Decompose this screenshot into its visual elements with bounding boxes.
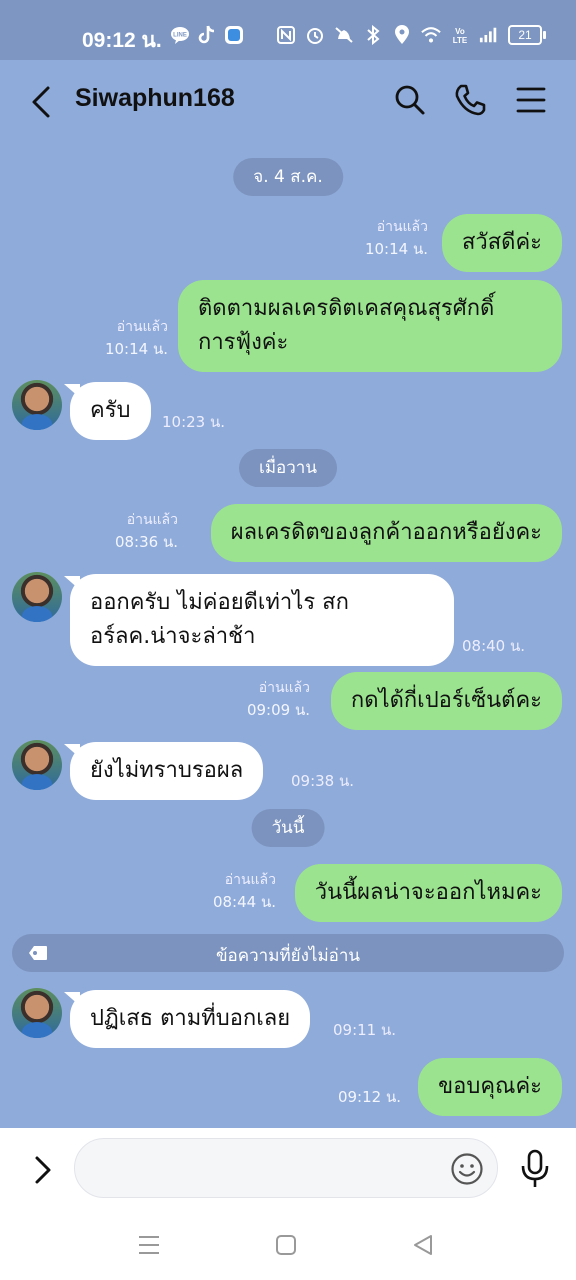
call-button[interactable] <box>452 82 488 118</box>
incoming-message[interactable]: ปฏิเสธ ตามที่บอกเลย <box>63 990 311 1048</box>
message-meta: อ่านแล้ว 10:14 น. <box>365 216 428 260</box>
date-separator: เมื่อวาน <box>239 449 337 487</box>
message-time: 08:44 น. <box>212 893 276 911</box>
message-text: สวัสดีค่ะ <box>461 230 542 255</box>
read-receipt: อ่านแล้ว <box>126 512 178 528</box>
message-meta: อ่านแล้ว 08:36 น. <box>115 509 178 553</box>
message-text-line: อร์ลค.น่าจะล่าช้า <box>90 624 256 649</box>
message-meta: อ่านแล้ว 08:44 น. <box>213 869 276 913</box>
svg-text:Vo: Vo <box>455 27 465 36</box>
message-text: กดได้กี่เปอร์เซ็นต์คะ <box>350 688 542 713</box>
nfc-icon <box>276 25 296 45</box>
menu-icon <box>516 87 546 113</box>
message-time: 08:40 น. <box>462 637 526 655</box>
message-input-bar <box>0 1128 576 1212</box>
chat-title[interactable]: Siwaphun168 <box>75 84 235 113</box>
location-icon <box>392 25 412 45</box>
read-receipt: อ่านแล้ว <box>224 872 276 888</box>
recent-apps-button[interactable] <box>136 1232 162 1258</box>
message-text: ยังไม่ทราบรอผล <box>90 758 244 783</box>
message-time: 09:12 น. <box>337 1088 401 1106</box>
back-nav-button[interactable] <box>410 1232 436 1258</box>
message-time: 10:14 น. <box>364 240 428 258</box>
svg-text:LINE: LINE <box>173 33 187 39</box>
message-time: 09:11 น. <box>333 1021 397 1039</box>
phone-icon <box>455 84 486 116</box>
read-receipt: อ่านแล้ว <box>376 219 428 235</box>
outgoing-message[interactable]: กดได้กี่เปอร์เซ็นต์คะ <box>330 672 562 730</box>
back-nav-icon <box>414 1235 432 1255</box>
outgoing-message[interactable]: ขอบคุณค่ะ <box>418 1058 562 1116</box>
avatar[interactable] <box>12 740 62 790</box>
chat-area[interactable]: จ. 4 ส.ค. อ่านแล้ว 10:14 น. สวัสดีค่ะ อ่… <box>0 142 576 1128</box>
app-icon <box>224 25 244 45</box>
message-time: 10:23 น. <box>162 413 226 431</box>
search-icon <box>395 85 425 115</box>
message-meta: 09:12 น. <box>338 1086 401 1108</box>
message-text: วันนี้ผลน่าจะออกไหมคะ <box>314 880 542 905</box>
unread-divider: ข้อความที่ยังไม่อ่าน <box>12 934 564 972</box>
message-input[interactable] <box>74 1138 498 1198</box>
avatar[interactable] <box>12 572 62 622</box>
home-icon <box>276 1235 296 1255</box>
menu-button[interactable] <box>513 82 549 118</box>
svg-text:LTE: LTE <box>453 36 468 45</box>
tiktok-icon <box>197 25 217 45</box>
mute-icon <box>334 25 354 45</box>
home-button[interactable] <box>273 1232 299 1258</box>
voice-button[interactable] <box>518 1148 552 1190</box>
message-text-line: ออกครับ ไม่ค่อยดีเท่าไร สก <box>90 590 349 615</box>
system-nav-bar <box>0 1212 576 1280</box>
read-receipt: อ่านแล้ว <box>258 680 310 696</box>
alarm-icon <box>305 25 325 45</box>
message-time: 08:36 น. <box>114 533 178 551</box>
message-time: 10:14 น. <box>104 340 168 358</box>
incoming-message[interactable]: ครับ <box>64 382 151 440</box>
search-button[interactable] <box>392 82 428 118</box>
incoming-message[interactable]: ออกครับ ไม่ค่อยดีเท่าไร สก อร์ลค.น่าจะล่… <box>64 574 454 666</box>
message-text: ขอบคุณค่ะ <box>438 1074 542 1099</box>
chat-header: Siwaphun168 <box>0 60 576 142</box>
microphone-icon <box>521 1149 549 1187</box>
message-meta: อ่านแล้ว 10:14 น. <box>105 316 168 360</box>
back-icon <box>32 86 50 118</box>
outgoing-message[interactable]: วันนี้ผลน่าจะออกไหมคะ <box>294 864 562 922</box>
wifi-icon <box>421 25 441 45</box>
recent-apps-icon <box>139 1236 159 1254</box>
message-text: ปฏิเสธ ตามที่บอกเลย <box>90 1006 291 1031</box>
status-bar: 09:12 น. LINE Vo LTE 21 <box>0 0 576 60</box>
line-icon: LINE <box>170 25 190 45</box>
message-text: ผลเครดิตของลูกค้าออกหรือยังคะ <box>230 520 542 545</box>
emoji-icon <box>451 1153 483 1185</box>
date-separator: จ. 4 ส.ค. <box>233 158 343 196</box>
expand-button[interactable] <box>28 1150 58 1190</box>
read-receipt: อ่านแล้ว <box>116 319 168 335</box>
unread-label: ข้อความที่ยังไม่อ่าน <box>215 946 361 966</box>
avatar[interactable] <box>12 380 62 430</box>
emoji-button[interactable] <box>450 1152 484 1186</box>
message-time: 09:09 น. <box>246 701 310 719</box>
outgoing-message[interactable]: ติดตามผลเครดิตเคสคุณสุรศักดิ์ การฟุ้งค่ะ <box>178 280 562 372</box>
signal-icon <box>479 25 499 45</box>
bluetooth-icon <box>363 25 383 45</box>
message-text-line: การฟุ้งค่ะ <box>198 330 289 355</box>
message-meta: อ่านแล้ว 09:09 น. <box>247 677 310 721</box>
outgoing-message[interactable]: สวัสดีค่ะ <box>441 214 562 272</box>
chevron-right-icon <box>35 1156 51 1184</box>
message-text: ครับ <box>90 398 131 423</box>
avatar[interactable] <box>12 988 62 1038</box>
incoming-message[interactable]: ยังไม่ทราบรอผล <box>63 742 264 800</box>
date-separator: วันนี้ <box>251 809 325 847</box>
status-time: 09:12 น. <box>82 29 162 52</box>
message-time: 09:38 น. <box>291 772 355 790</box>
outgoing-message[interactable]: ผลเครดิตของลูกค้าออกหรือยังคะ <box>210 504 562 562</box>
message-text-line: ติดตามผลเครดิตเคสคุณสุรศักดิ์ <box>198 296 495 321</box>
volte-icon: Vo LTE <box>450 25 470 45</box>
back-button[interactable] <box>24 82 60 122</box>
battery-icon: 21 <box>508 25 546 45</box>
